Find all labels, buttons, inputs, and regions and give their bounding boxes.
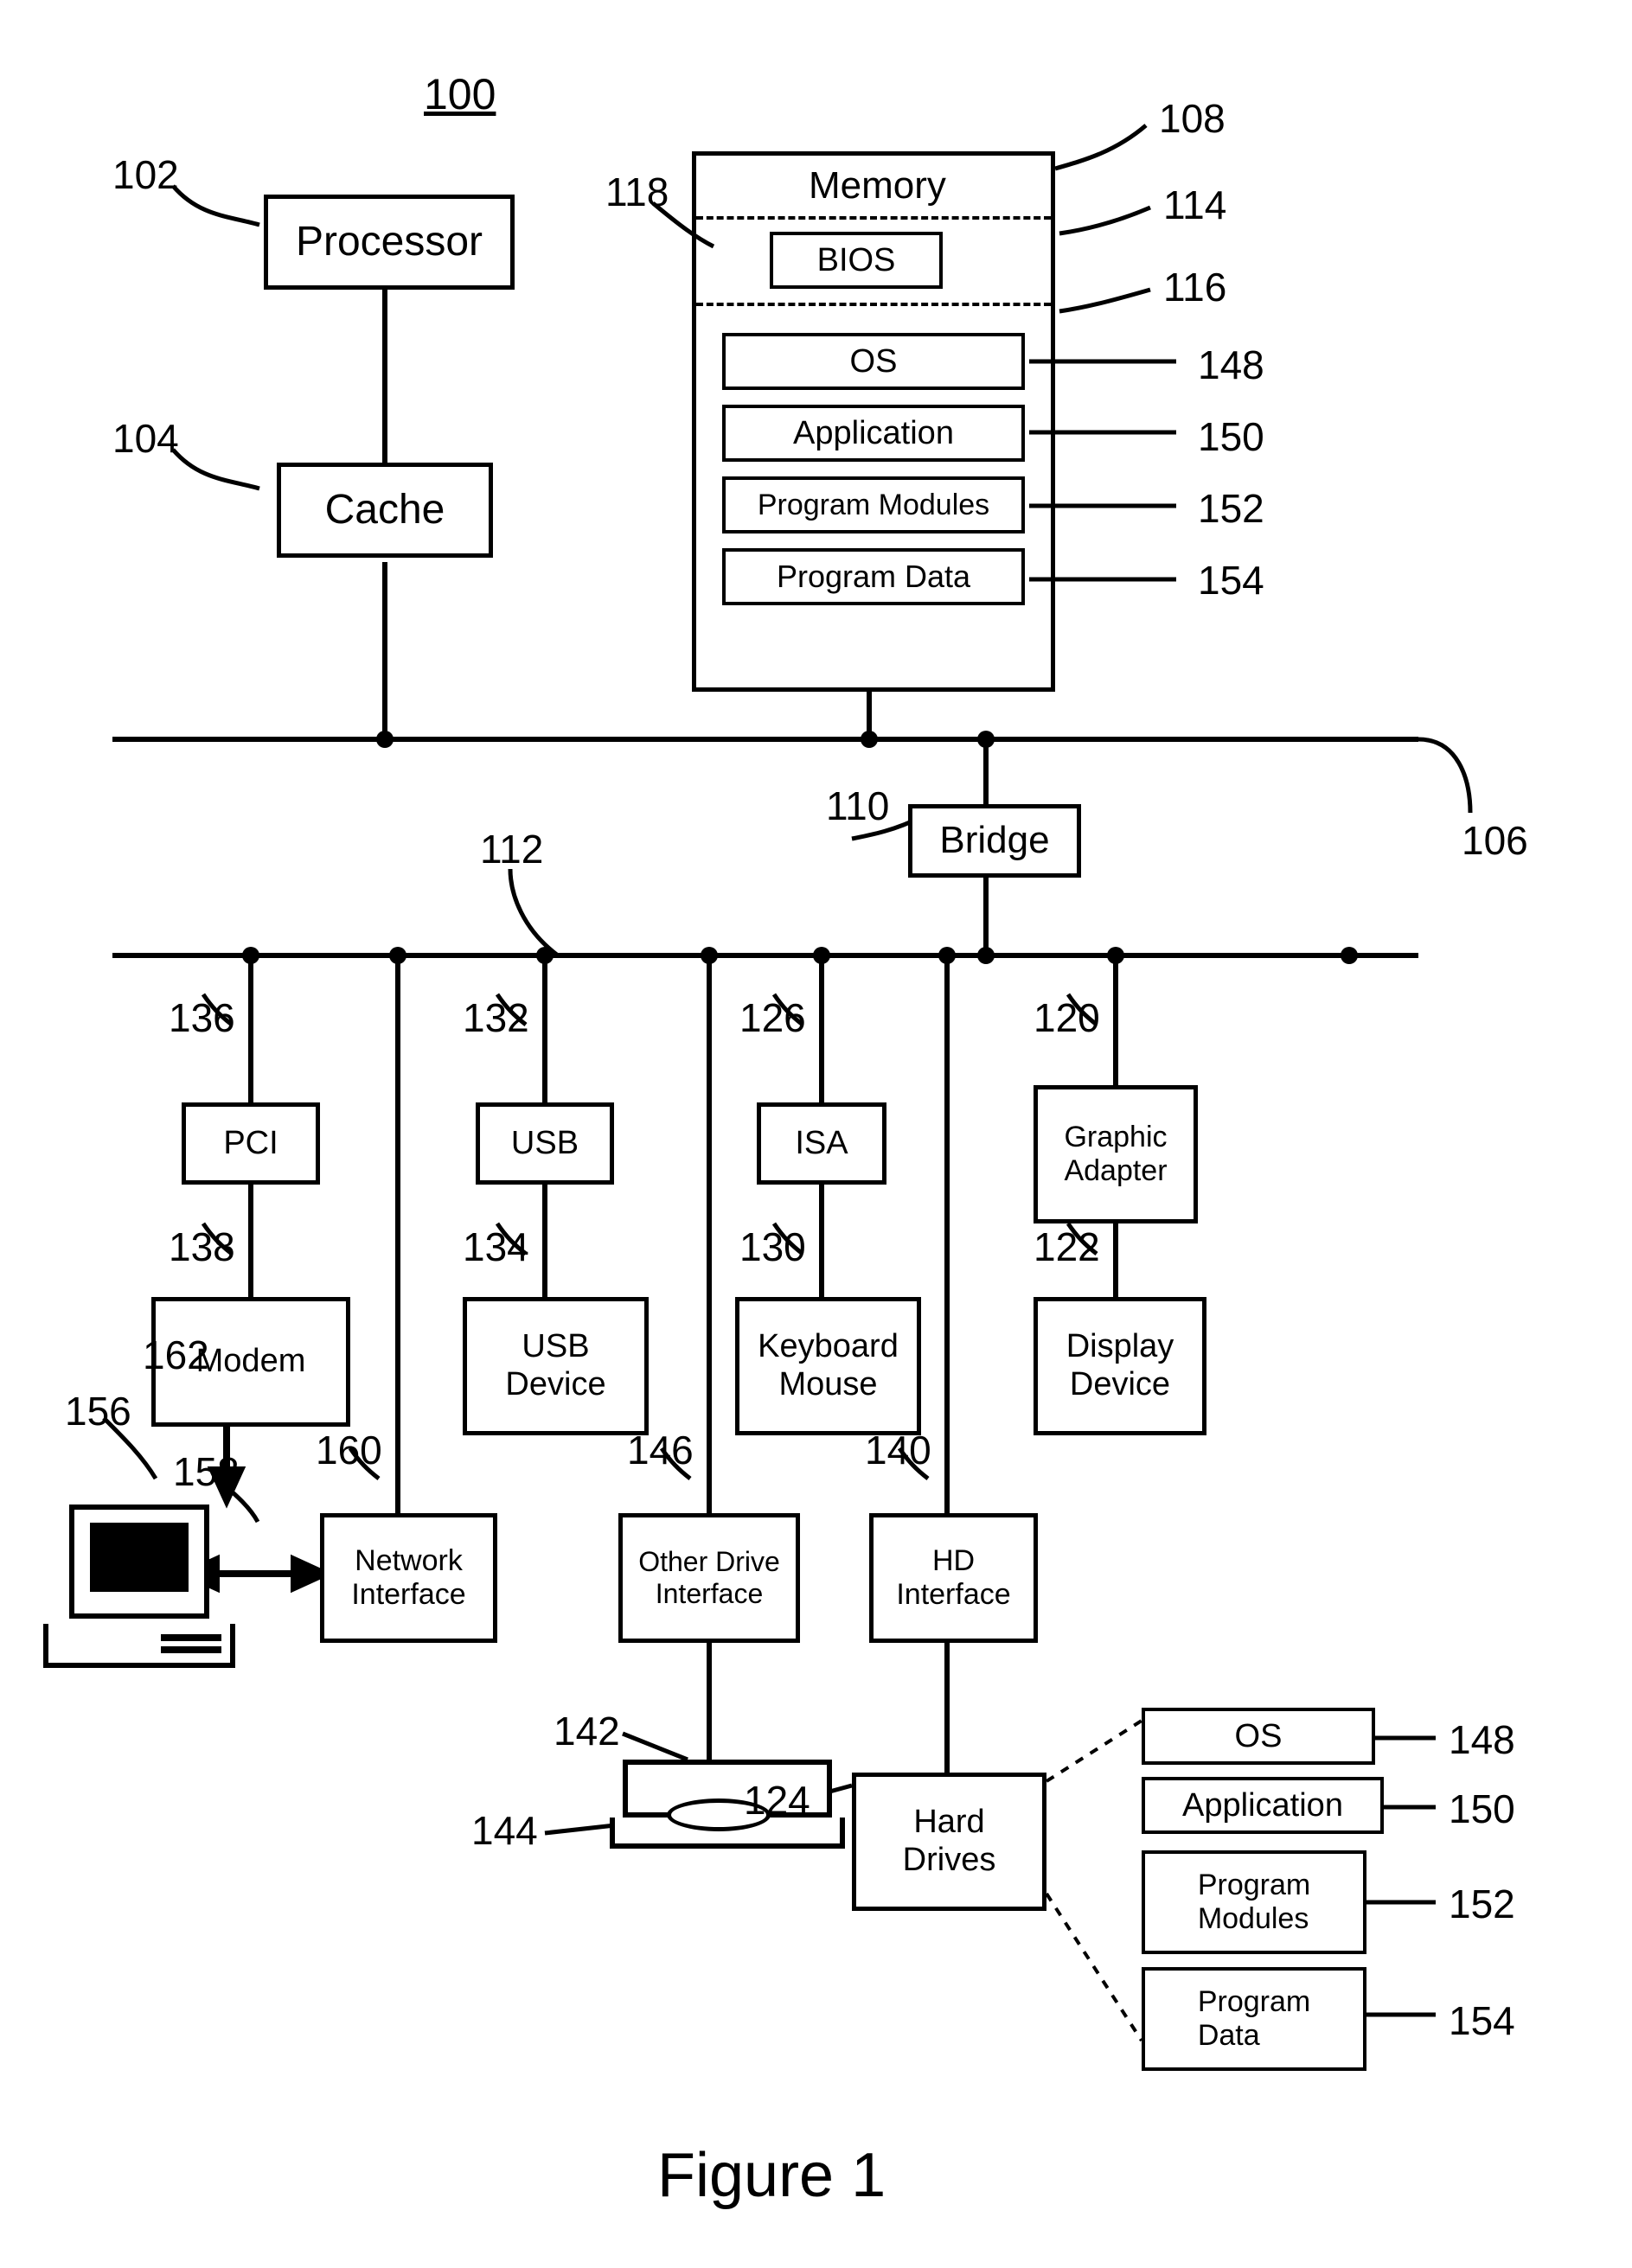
ref-152-mem: 152: [1198, 485, 1264, 532]
hd-program-data-block: Program Data: [1142, 1967, 1366, 2071]
pci-block: PCI: [182, 1102, 320, 1185]
hd-os-block: OS: [1142, 1708, 1375, 1765]
ref-144: 144: [471, 1807, 538, 1854]
ref-150-mem: 150: [1198, 413, 1264, 460]
program-data-block: Program Data: [722, 548, 1025, 605]
ref-132: 132: [463, 994, 529, 1041]
ref-156: 156: [65, 1388, 131, 1434]
memory-title: Memory: [809, 164, 946, 208]
program-modules-label: Program Modules: [758, 489, 989, 522]
modem-label: Modem: [196, 1343, 306, 1381]
ref-152-hd: 152: [1449, 1881, 1515, 1927]
hd-interface-label: HD Interface: [896, 1544, 1010, 1612]
usb-device-label: USB Device: [505, 1328, 605, 1403]
ref-110: 110: [826, 783, 889, 829]
cache-block: Cache: [277, 463, 493, 558]
ref-122: 122: [1034, 1223, 1100, 1270]
graphic-adapter-block: Graphic Adapter: [1034, 1085, 1198, 1223]
bios-label: BIOS: [817, 242, 896, 279]
hd-interface-block: HD Interface: [869, 1513, 1038, 1643]
bridge-block: Bridge: [908, 804, 1081, 878]
program-modules-block: Program Modules: [722, 476, 1025, 533]
display-device-block: Display Device: [1034, 1297, 1206, 1435]
isa-block: ISA: [757, 1102, 886, 1185]
ref-108: 108: [1159, 95, 1226, 142]
ref-106: 106: [1462, 817, 1528, 864]
ref-142: 142: [554, 1708, 620, 1754]
bridge-label: Bridge: [939, 819, 1049, 863]
figure-title: Figure 1: [657, 2140, 886, 2211]
ref-136: 136: [169, 994, 235, 1041]
ref-114: 114: [1163, 182, 1226, 228]
pci-label: PCI: [223, 1125, 278, 1163]
hd-program-modules-label: Program Modules: [1198, 1869, 1310, 1936]
ref-140: 140: [865, 1427, 931, 1473]
ref-112: 112: [480, 826, 543, 872]
usb-block: USB: [476, 1102, 614, 1185]
processor-block: Processor: [264, 195, 515, 290]
keyboard-mouse-block: Keyboard Mouse: [735, 1297, 921, 1435]
ref-148-hd: 148: [1449, 1716, 1515, 1763]
ref-146: 146: [627, 1427, 694, 1473]
ref-160: 160: [316, 1427, 382, 1473]
usb-label: USB: [511, 1125, 579, 1163]
hd-application-label: Application: [1182, 1787, 1343, 1824]
graphic-adapter-label: Graphic Adapter: [1064, 1121, 1167, 1188]
ref-102: 102: [112, 151, 179, 198]
ref-162: 162: [143, 1332, 209, 1378]
application-block: Application: [722, 405, 1025, 462]
cache-label: Cache: [325, 486, 445, 533]
hard-drives-label: Hard Drives: [903, 1804, 996, 1879]
ref-130: 130: [739, 1223, 806, 1270]
optical-drive-icon: [623, 1760, 845, 1849]
ref-118: 118: [605, 169, 669, 215]
ref-120: 120: [1034, 994, 1100, 1041]
ref-138: 138: [169, 1223, 235, 1270]
ref-116: 116: [1163, 264, 1226, 310]
other-drive-interface-label: Other Drive Interface: [638, 1546, 780, 1610]
network-interface-block: Network Interface: [320, 1513, 497, 1643]
hd-program-modules-block: Program Modules: [1142, 1850, 1366, 1954]
ref-104: 104: [112, 415, 179, 462]
isa-label: ISA: [795, 1125, 848, 1163]
hd-application-block: Application: [1142, 1777, 1384, 1834]
bios-block: BIOS: [770, 232, 943, 289]
other-drive-interface-block: Other Drive Interface: [618, 1513, 800, 1643]
ref-134: 134: [463, 1223, 529, 1270]
ref-154-mem: 154: [1198, 557, 1264, 604]
hd-os-label: OS: [1235, 1718, 1283, 1755]
application-label: Application: [793, 415, 954, 452]
diagram-canvas: 100: [0, 0, 1632, 2268]
memory-divider-114: [696, 216, 1051, 220]
hard-drives-block: Hard Drives: [852, 1773, 1046, 1911]
ref-150-hd: 150: [1449, 1786, 1515, 1832]
hd-program-data-label: Program Data: [1198, 1985, 1310, 2053]
processor-label: Processor: [296, 218, 483, 265]
ref-148-mem: 148: [1198, 342, 1264, 388]
os-block: OS: [722, 333, 1025, 390]
usb-device-block: USB Device: [463, 1297, 649, 1435]
display-device-label: Display Device: [1066, 1328, 1174, 1403]
ref-124: 124: [744, 1777, 810, 1824]
ref-158: 158: [173, 1448, 240, 1495]
program-data-label: Program Data: [777, 559, 970, 595]
ref-126: 126: [739, 994, 806, 1041]
memory-divider-116: [696, 303, 1051, 306]
figure-ref-100: 100: [424, 69, 496, 119]
remote-computer-icon: [69, 1505, 235, 1668]
ref-154-hd: 154: [1449, 1997, 1515, 2044]
keyboard-mouse-label: Keyboard Mouse: [758, 1328, 899, 1403]
network-interface-label: Network Interface: [351, 1544, 465, 1612]
os-label: OS: [850, 343, 898, 380]
